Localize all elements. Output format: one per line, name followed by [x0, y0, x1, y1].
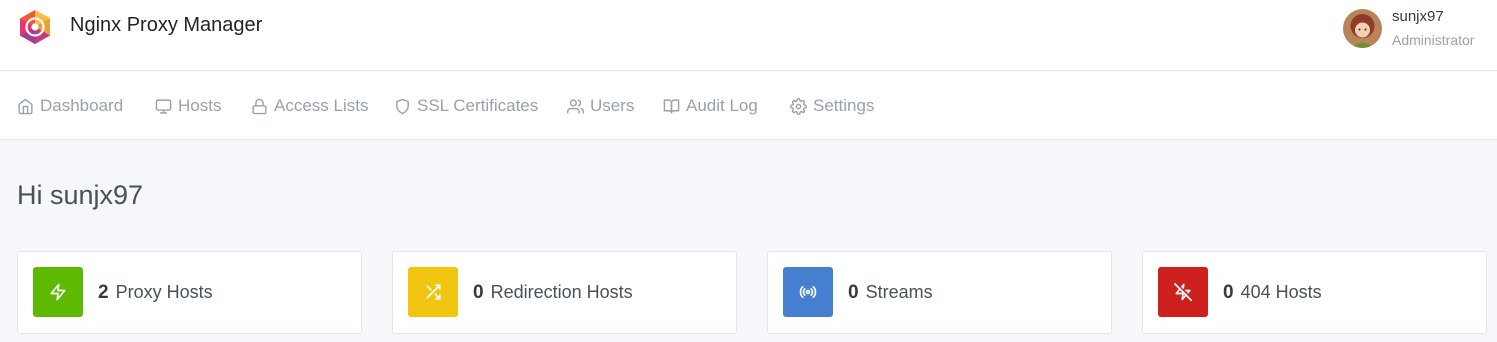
- stat-label: Streams: [865, 282, 933, 302]
- nav-label-users: Users: [590, 96, 635, 115]
- stat-text: 2 Proxy Hosts: [98, 282, 213, 304]
- users-icon: [567, 98, 584, 114]
- app-logo-icon[interactable]: [16, 8, 54, 46]
- stat-count: 0: [848, 282, 859, 303]
- stat-card-streams[interactable]: 0 Streams: [767, 251, 1112, 334]
- app-title[interactable]: Nginx Proxy Manager: [70, 14, 262, 37]
- stat-count: 0: [1223, 282, 1234, 303]
- nav-label-settings: Settings: [813, 96, 875, 115]
- user-name[interactable]: sunjx97: [1392, 8, 1444, 25]
- shield-icon: [396, 98, 409, 114]
- book-open-icon: [663, 98, 680, 114]
- stat-text: 0 Redirection Hosts: [473, 282, 633, 304]
- lock-icon: [252, 98, 267, 114]
- nav-item-access-lists[interactable]: Access Lists: [251, 94, 368, 118]
- stat-icon-box: [1158, 267, 1208, 317]
- stat-text: 0 Streams: [848, 282, 933, 304]
- stat-label: Redirection Hosts: [490, 282, 633, 302]
- page-greeting: Hi sunjx97: [17, 180, 144, 210]
- stat-icon-box: [33, 267, 83, 317]
- home-icon: [18, 98, 33, 114]
- nav-label-ssl-certificates: SSL Certificates: [417, 96, 539, 115]
- nav-label-dashboard: Dashboard: [40, 96, 124, 115]
- nav-item-settings[interactable]: Settings: [790, 94, 874, 118]
- top-header: Nginx Proxy Manager sunjx97 Administrato…: [0, 0, 1497, 71]
- zap-icon: [50, 283, 66, 301]
- avatar[interactable]: [1343, 9, 1382, 48]
- stat-count: 0: [473, 282, 484, 303]
- main-nav: Dashboard Hosts Access Lists SSL Certifi…: [0, 72, 1497, 140]
- nav-item-dashboard[interactable]: Dashboard: [17, 94, 123, 118]
- nav-item-users[interactable]: Users: [567, 94, 634, 118]
- stat-label: 404 Hosts: [1240, 282, 1322, 302]
- nav-item-ssl-certificates[interactable]: SSL Certificates: [394, 94, 538, 118]
- user-role: Administrator: [1392, 32, 1475, 48]
- stat-icon-box: [408, 267, 458, 317]
- settings-icon: [790, 97, 807, 115]
- stat-card-redirection-hosts[interactable]: 0 Redirection Hosts: [392, 251, 737, 334]
- nav-label-hosts: Hosts: [178, 96, 222, 115]
- shuffle-icon: [426, 284, 441, 300]
- stat-card-404-hosts[interactable]: 0 404 Hosts: [1142, 251, 1487, 334]
- stat-label: Proxy Hosts: [115, 282, 213, 302]
- radio-icon: [799, 285, 817, 299]
- nav-item-hosts[interactable]: Hosts: [155, 94, 221, 118]
- nav-label-audit-log: Audit Log: [686, 96, 758, 115]
- stat-icon-box: [783, 267, 833, 317]
- stat-card-proxy-hosts[interactable]: 2 Proxy Hosts: [17, 251, 362, 334]
- monitor-icon: [155, 98, 172, 114]
- zap-off-icon: [1174, 283, 1192, 301]
- nav-label-access-lists: Access Lists: [274, 96, 369, 115]
- nav-item-audit-log[interactable]: Audit Log: [663, 94, 758, 118]
- stat-text: 0 404 Hosts: [1223, 282, 1322, 304]
- stat-count: 2: [98, 282, 109, 303]
